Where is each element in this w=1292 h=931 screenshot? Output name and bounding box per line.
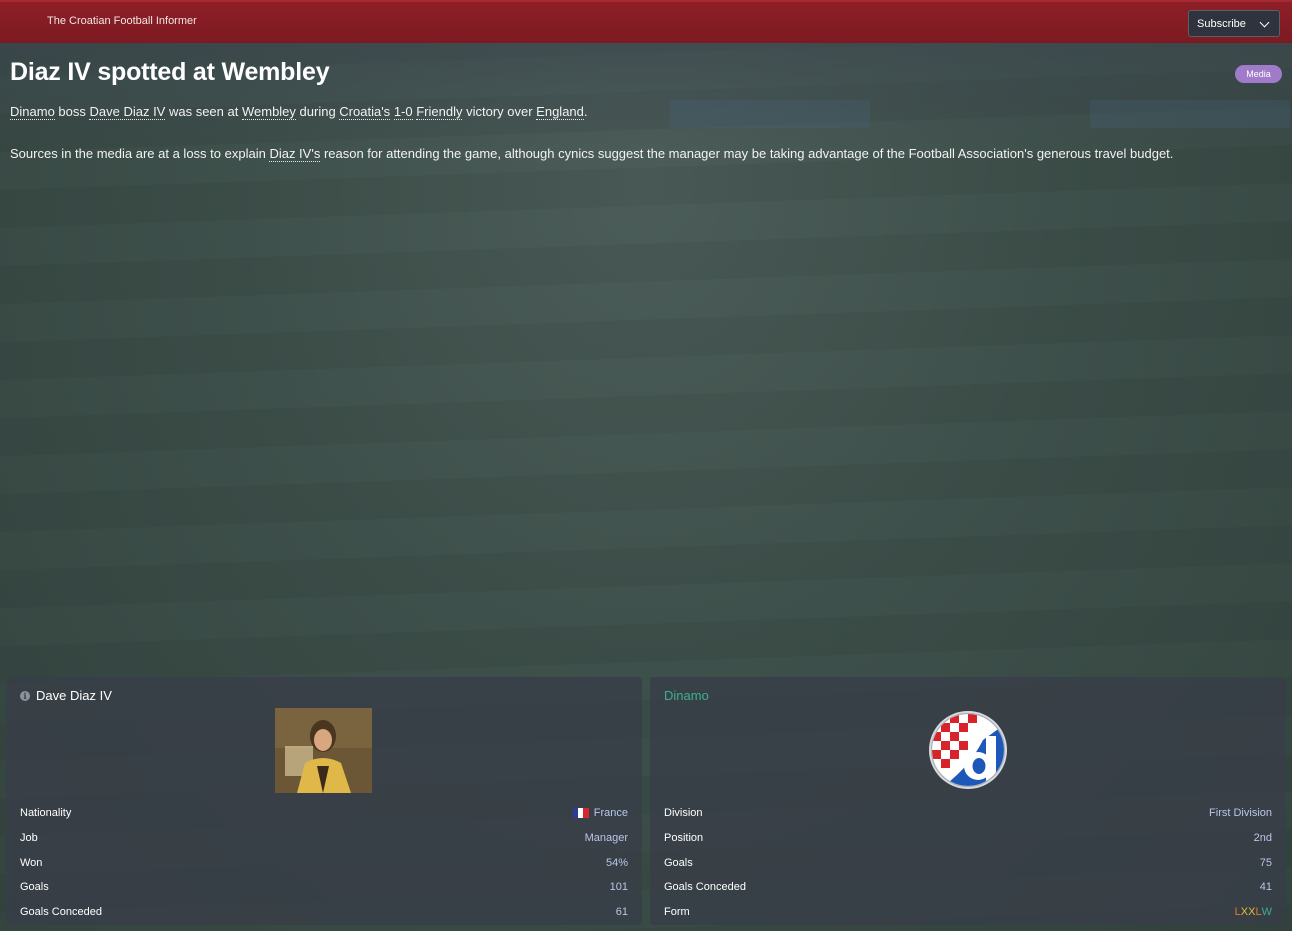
stat-value: 101 <box>609 881 628 894</box>
manager-link[interactable]: Diaz IV's <box>269 146 321 162</box>
manager-panel: i Dave Diaz IV Nationality France Job Ma… <box>6 677 642 925</box>
club-name[interactable]: Dinamo <box>664 688 709 703</box>
text: victory over <box>462 104 537 119</box>
venue-link[interactable]: Wembley <box>241 104 296 120</box>
text: during <box>295 104 340 119</box>
stat-value: 75 <box>1259 856 1272 869</box>
stat-row-form: Form LXXLW <box>664 900 1272 925</box>
manager-link[interactable]: Dave Diaz IV <box>89 104 166 120</box>
article-headline: Diaz IV spotted at Wembley <box>10 58 330 86</box>
stat-label: Division <box>664 807 703 820</box>
club-crest-icon <box>929 711 1007 789</box>
stat-label: Form <box>664 906 690 919</box>
publication-header: The Croatian Football Informer Subscribe <box>0 0 1292 43</box>
stat-label: Goals Conceded <box>20 906 102 919</box>
media-badge: Media <box>1235 65 1282 83</box>
text: . <box>583 104 588 119</box>
stat-row-goals-conceded: Goals Conceded 41 <box>664 875 1272 900</box>
info-icon[interactable]: i <box>20 690 30 701</box>
stat-label: Won <box>20 856 43 869</box>
text: reason for attending the game, although … <box>320 146 1174 161</box>
stat-row-goals: Goals 101 <box>20 875 628 900</box>
form-value: LXXLW <box>1235 906 1272 918</box>
text: Sources in the media are at a loss to ex… <box>10 146 270 161</box>
nationality-value: France <box>593 807 628 820</box>
stat-label: Goals <box>664 856 693 869</box>
score-link[interactable]: 1-0 <box>393 104 413 120</box>
stat-label: Goals Conceded <box>664 881 746 894</box>
stat-row-goals: Goals 75 <box>664 850 1272 875</box>
stat-value: 61 <box>615 906 628 919</box>
article-paragraph: Dinamo boss Dave Diaz IV was seen at Wem… <box>10 104 588 120</box>
stat-row-nationality: Nationality France <box>20 801 628 826</box>
stat-value: 2nd <box>1253 832 1272 845</box>
stat-label: Goals <box>20 881 49 894</box>
stat-label: Position <box>664 832 704 845</box>
text: was seen at <box>165 104 242 119</box>
stat-value[interactable]: France <box>572 807 628 820</box>
france-flag-icon <box>572 808 589 819</box>
competition-link[interactable]: Friendly <box>416 104 463 120</box>
manager-name: Dave Diaz IV <box>36 688 112 703</box>
form-result: W <box>1261 906 1272 919</box>
chevron-down-icon <box>1259 17 1270 28</box>
stat-value: 41 <box>1259 881 1272 894</box>
division-link[interactable]: First Division <box>1209 807 1272 819</box>
manager-panel-title[interactable]: i Dave Diaz IV <box>20 688 112 703</box>
club-panel-title[interactable]: Dinamo <box>664 688 709 703</box>
publication-name: The Croatian Football Informer <box>47 15 197 27</box>
subscribe-label: Subscribe <box>1197 17 1246 30</box>
club-link[interactable]: Dinamo <box>10 104 55 120</box>
article-paragraph: Sources in the media are at a loss to ex… <box>10 146 1174 162</box>
stat-label: Job <box>20 832 38 845</box>
country-link[interactable]: Croatia's <box>339 104 391 120</box>
stat-value: Manager <box>584 832 628 845</box>
stat-row-division: Division First Division <box>664 801 1272 826</box>
form-result: X <box>1248 906 1256 919</box>
stat-row-position: Position 2nd <box>664 826 1272 851</box>
stat-label: Nationality <box>20 807 72 820</box>
manager-photo <box>275 708 372 793</box>
advert-board <box>670 100 870 128</box>
club-panel: Dinamo Division First Division Position … <box>650 677 1286 925</box>
opponent-link[interactable]: England <box>536 104 584 120</box>
stat-value: 54% <box>605 856 628 869</box>
stat-row-job: Job Manager <box>20 826 628 851</box>
stat-row-won: Won 54% <box>20 850 628 875</box>
form-result: X <box>1240 906 1249 919</box>
advert-board <box>1090 100 1290 128</box>
stat-row-goals-conceded: Goals Conceded 61 <box>20 900 628 925</box>
subscribe-button[interactable]: Subscribe <box>1188 10 1280 37</box>
text: boss <box>54 104 90 119</box>
